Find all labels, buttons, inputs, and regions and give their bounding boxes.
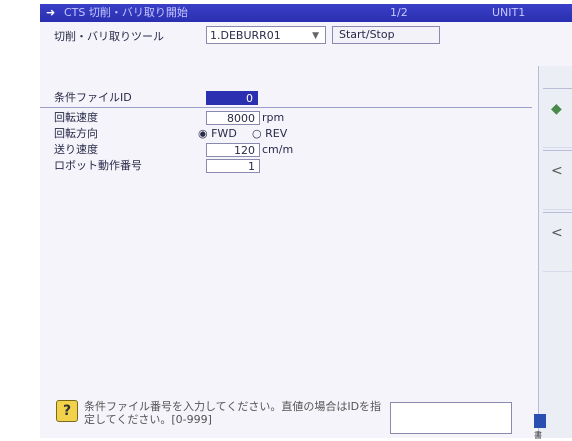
rotation-speed-label: 回転速度 xyxy=(54,111,98,124)
radio-fwd[interactable]: ◉ FWD xyxy=(198,126,237,142)
feed-speed-label: 送り速度 xyxy=(54,143,98,156)
condition-file-label: 条件ファイルID xyxy=(54,91,132,104)
side-button-1[interactable]: ◆ xyxy=(543,88,572,148)
condition-file-row: 条件ファイルID 0 xyxy=(54,90,534,106)
robot-operation-label: ロボット動作番号 xyxy=(54,159,142,172)
side-button-2[interactable]: < xyxy=(543,150,572,210)
side-button-3[interactable]: < xyxy=(543,212,572,272)
help-bar: ? 条件ファイル番号を入力してください。直値の場合はIDを指定してください。[0… xyxy=(40,398,572,440)
back-arrow-icon[interactable]: ➜ xyxy=(46,4,55,22)
rotation-speed-row: 回転速度 8000 rpm xyxy=(54,110,534,126)
book-icon[interactable] xyxy=(534,414,546,428)
start-stop-button[interactable]: Start/Stop xyxy=(332,26,440,44)
radio-selected-icon: ◉ xyxy=(198,127,208,140)
help-box xyxy=(390,402,512,434)
feed-speed-unit: cm/m xyxy=(262,143,294,156)
robot-operation-input[interactable]: 1 xyxy=(206,159,260,173)
rotation-direction-row: 回転方向 ◉ FWD ○ REV xyxy=(54,126,534,142)
bottom-label: 書 xyxy=(534,431,542,440)
side-icon-1: ◆ xyxy=(551,101,562,117)
unit-label: UNIT1 xyxy=(492,6,526,19)
robot-operation-row: ロボット動作番号 1 xyxy=(54,158,534,174)
window-title: CTS 切削・バリ取り開始 xyxy=(64,6,188,19)
page-indicator: 1/2 xyxy=(390,6,408,19)
rotation-speed-unit: rpm xyxy=(262,111,285,124)
screen: ➜ CTS 切削・バリ取り開始 1/2 UNIT1 切削・バリ取りツール 1.D… xyxy=(40,4,572,440)
title-bar: ➜ CTS 切削・バリ取り開始 1/2 UNIT1 xyxy=(40,4,572,22)
tool-row: 切削・バリ取りツール 1.DEBURR01 ▼ Start/Stop xyxy=(40,24,572,48)
tool-select[interactable]: 1.DEBURR01 ▼ xyxy=(206,26,326,44)
question-icon: ? xyxy=(56,400,78,422)
radio-rev[interactable]: ○ REV xyxy=(252,126,287,142)
side-icon-3: < xyxy=(551,225,563,241)
help-text: 条件ファイル番号を入力してください。直値の場合はIDを指定してください。[0-9… xyxy=(84,400,382,426)
rotation-direction-label: 回転方向 xyxy=(54,127,98,140)
feed-speed-input[interactable]: 120 xyxy=(206,143,260,157)
radio-fwd-label: FWD xyxy=(211,127,237,140)
divider xyxy=(40,107,532,108)
side-icon-2: < xyxy=(551,163,563,179)
rotation-speed-input[interactable]: 8000 xyxy=(206,111,260,125)
tool-select-value: 1.DEBURR01 xyxy=(210,29,281,42)
radio-rev-label: REV xyxy=(265,127,288,140)
feed-speed-row: 送り速度 120 cm/m xyxy=(54,142,534,158)
condition-file-input[interactable]: 0 xyxy=(206,91,258,105)
chevron-down-icon: ▼ xyxy=(312,31,319,41)
side-panel: ◆ < < xyxy=(538,66,572,438)
radio-unselected-icon: ○ xyxy=(252,127,262,140)
tool-label: 切削・バリ取りツール xyxy=(54,30,164,43)
